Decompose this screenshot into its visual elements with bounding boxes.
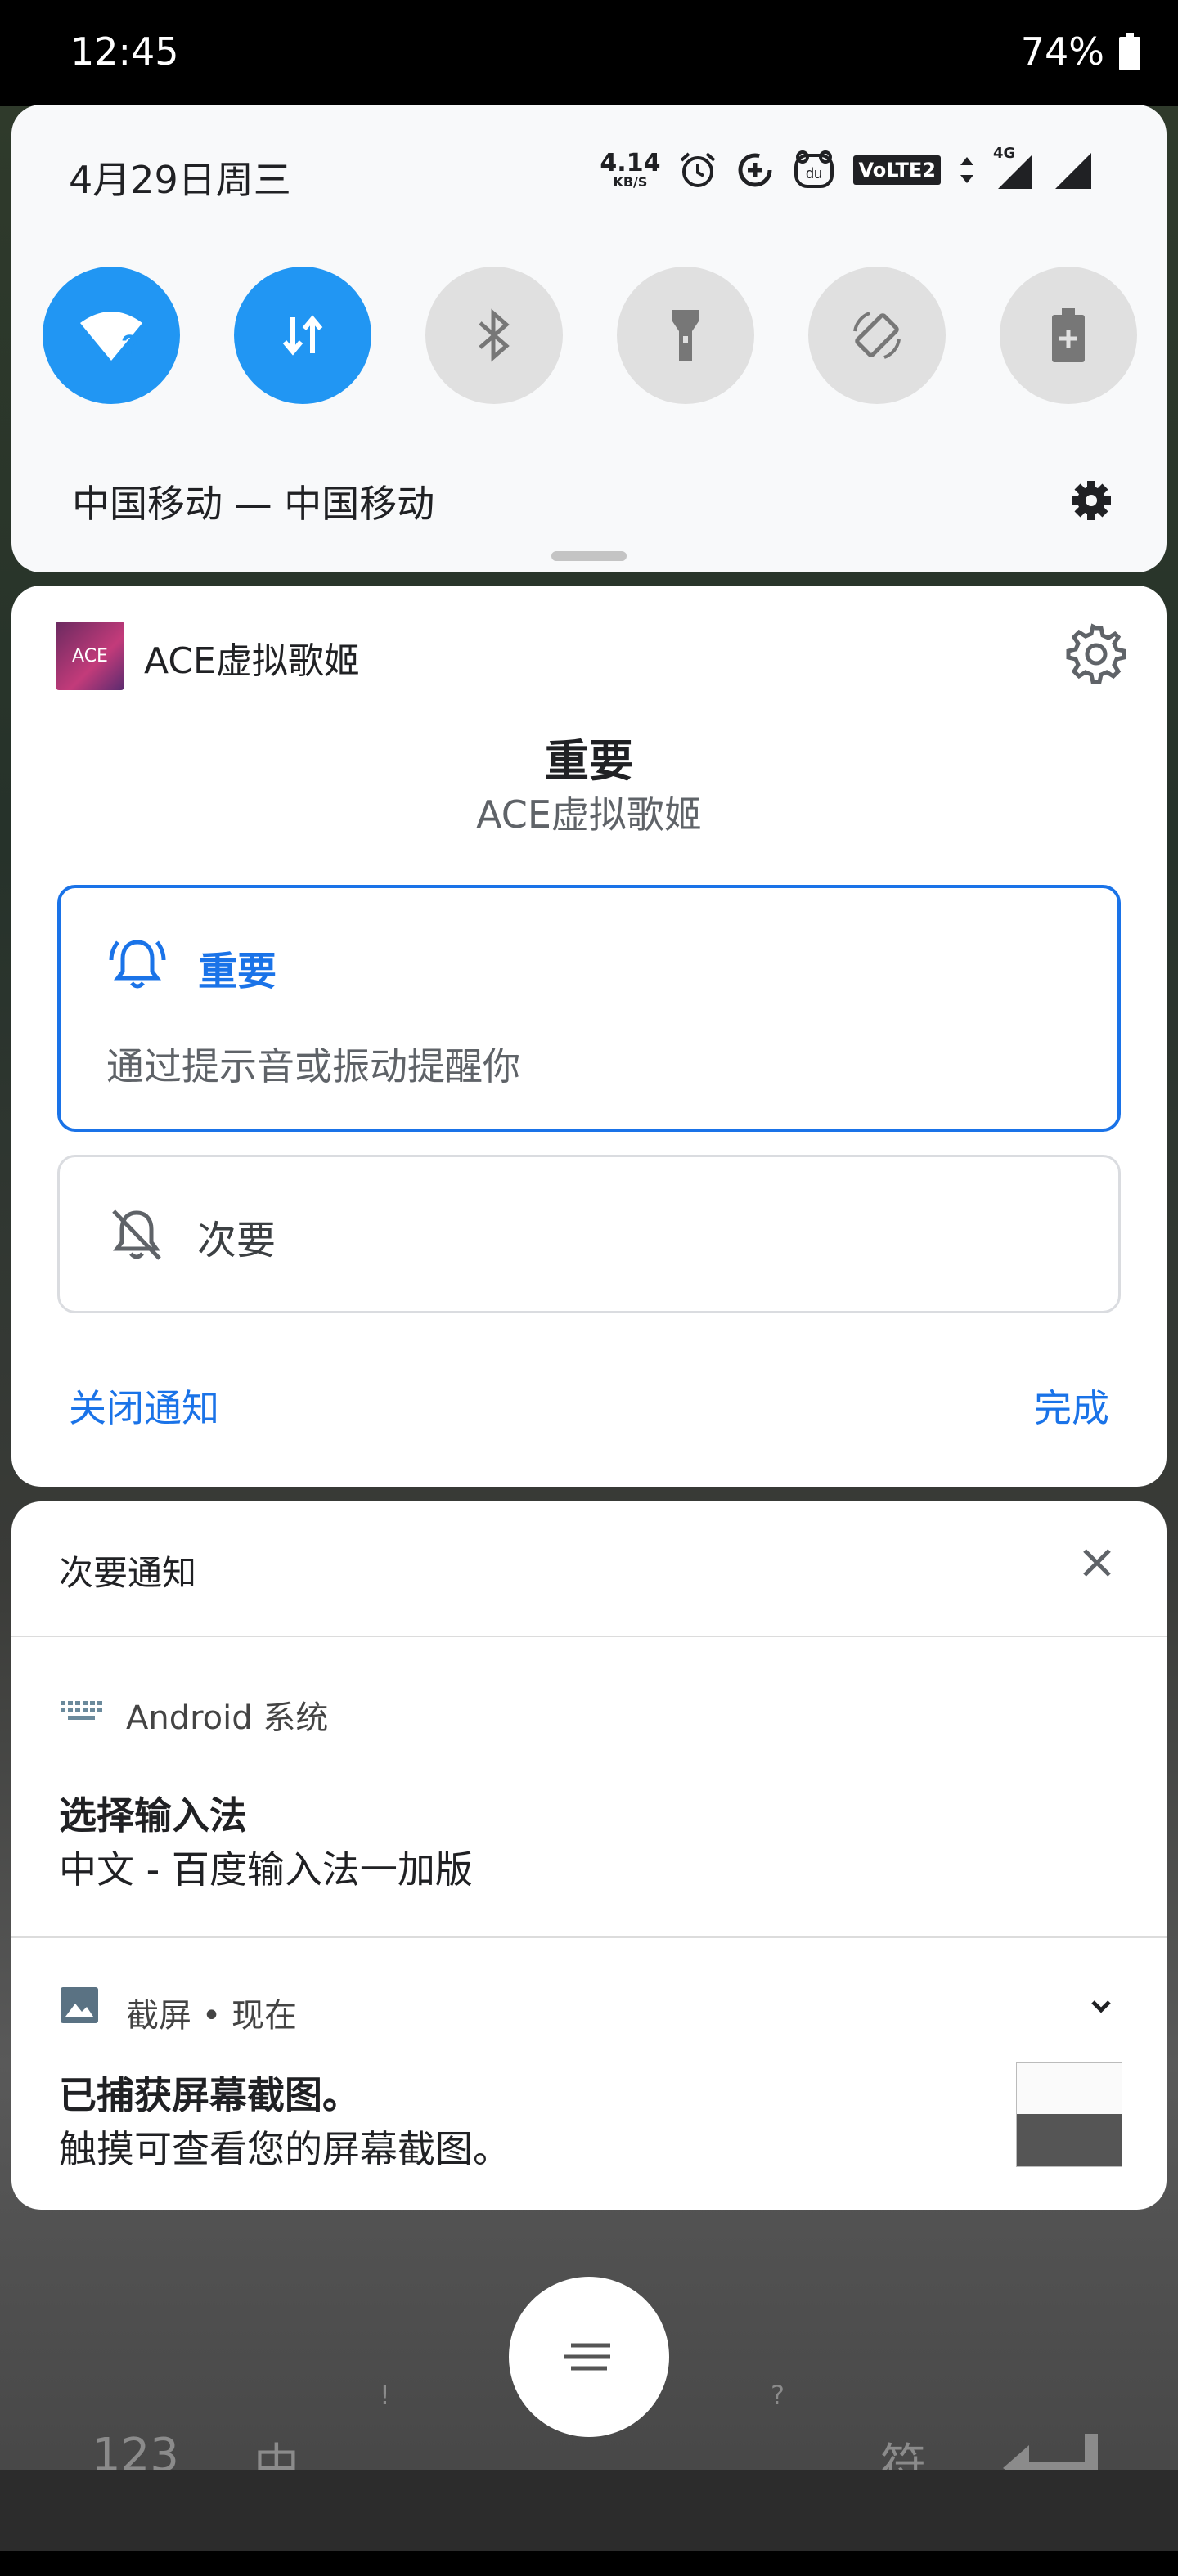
image-icon (61, 1987, 98, 2023)
app-icon-text: ACE (72, 645, 108, 666)
notification-app-name: Android 系统 (126, 1699, 329, 1737)
flashlight-icon (672, 310, 699, 361)
signal-4g: 4G (993, 145, 1034, 191)
volte-icon: VoLTE2 (853, 155, 941, 185)
net-speed-unit: KB/S (613, 174, 648, 190)
battery-icon (1119, 33, 1140, 70)
net-speed: 4.14 KB/S (600, 151, 660, 189)
menu-lines-icon (564, 2343, 610, 2371)
option-important-label: 重要 (198, 949, 277, 994)
drag-handle[interactable] (551, 551, 627, 561)
status-bar: 12:45 74% (0, 0, 1178, 106)
flashlight-tile[interactable] (617, 267, 754, 404)
wifi-tile[interactable]: ? (43, 267, 180, 404)
notification-importance-card: ACE ACE虚拟歌姬 重要 ACE虚拟歌姬 重要 通过提示音或振动提醒你 次要… (11, 586, 1167, 1487)
option-minor-label: 次要 (197, 1218, 277, 1263)
signal-icon-2 (1055, 153, 1091, 189)
mobile-data-tile[interactable] (234, 267, 371, 404)
battery-percent: 74% (1020, 29, 1104, 74)
background-bottom-bar (0, 2470, 1178, 2551)
app-settings-icon[interactable] (1065, 623, 1127, 685)
done-button[interactable]: 完成 (1034, 1379, 1109, 1433)
wifi-icon: ? (80, 312, 142, 361)
volte-label: VoLTE2 (858, 159, 936, 182)
app-name: ACE虚拟歌姬 (144, 640, 360, 682)
key-excl: ! (380, 2380, 390, 2411)
status-time: 12:45 (70, 29, 179, 74)
keyboard-icon (61, 1701, 102, 1720)
option-important[interactable]: 重要 通过提示音或振动提醒你 (57, 885, 1121, 1132)
close-icon[interactable] (1077, 1542, 1117, 1583)
status-icons: 4.14 KB/S du VoLTE2 4G (600, 145, 1093, 195)
notification-title: 选择输入法 (59, 1793, 247, 1838)
importance-subtitle: ACE虚拟歌姬 (476, 792, 702, 837)
mobile-data-icon (282, 315, 323, 356)
bell-ring-icon (109, 940, 166, 989)
option-minor[interactable]: 次要 (57, 1155, 1121, 1313)
thumbnail-top (1017, 2063, 1122, 2114)
notification-app-name: 截屏 • 现在 (126, 1997, 298, 2035)
alarm-icon (681, 152, 716, 187)
auto-rotate-tile[interactable] (808, 267, 946, 404)
date-label: 4月29日周三 (69, 158, 291, 202)
svg-text:du: du (806, 165, 822, 182)
net-speed-value: 4.14 (600, 149, 661, 177)
divider (11, 1636, 1167, 1637)
key-question: ? (771, 2380, 785, 2411)
notification-text: 中文 - 百度输入法一加版 (59, 1847, 473, 1892)
chevron-down-icon[interactable] (1085, 1990, 1117, 2023)
divider (11, 1936, 1167, 1938)
app-icon: ACE (56, 622, 124, 690)
bell-off-icon (112, 1209, 161, 1260)
auto-rotate-icon (853, 312, 901, 359)
option-important-desc: 通过提示音或振动提醒你 (106, 1044, 520, 1088)
turn-off-notifications-button[interactable]: 关闭通知 (69, 1379, 219, 1433)
quick-settings-panel: 4月29日周三 4.14 KB/S du VoLTE2 4G ? 中国移动 — … (11, 105, 1167, 572)
svg-text:?: ? (121, 330, 138, 361)
battery-saver-icon (1052, 308, 1085, 362)
carrier-label: 中国移动 — 中国移动 (72, 482, 435, 526)
thumbnail-bottom (1017, 2114, 1122, 2166)
signal-icon-1 (998, 155, 1032, 189)
bluetooth-icon (479, 308, 510, 362)
battery-saver-tile[interactable] (1000, 267, 1137, 404)
data-saver-icon (738, 153, 772, 187)
data-activity-icon (960, 157, 973, 183)
notification-title: 已捕获屏幕截图。 (59, 2073, 360, 2117)
bluetooth-tile[interactable] (425, 267, 563, 404)
notification-text: 触摸可查看您的屏幕截图。 (59, 2127, 510, 2171)
settings-icon[interactable] (1070, 479, 1113, 522)
screenshot-thumbnail (1016, 2062, 1122, 2167)
du-app-icon: du (794, 150, 834, 188)
minor-notifications-panel: 次要通知 Android 系统 选择输入法 中文 - 百度输入法一加版 截屏 •… (11, 1501, 1167, 2210)
minor-section-header: 次要通知 (59, 1553, 197, 1593)
keyboard-menu-button[interactable] (509, 2277, 669, 2437)
importance-title: 重要 (545, 735, 633, 787)
